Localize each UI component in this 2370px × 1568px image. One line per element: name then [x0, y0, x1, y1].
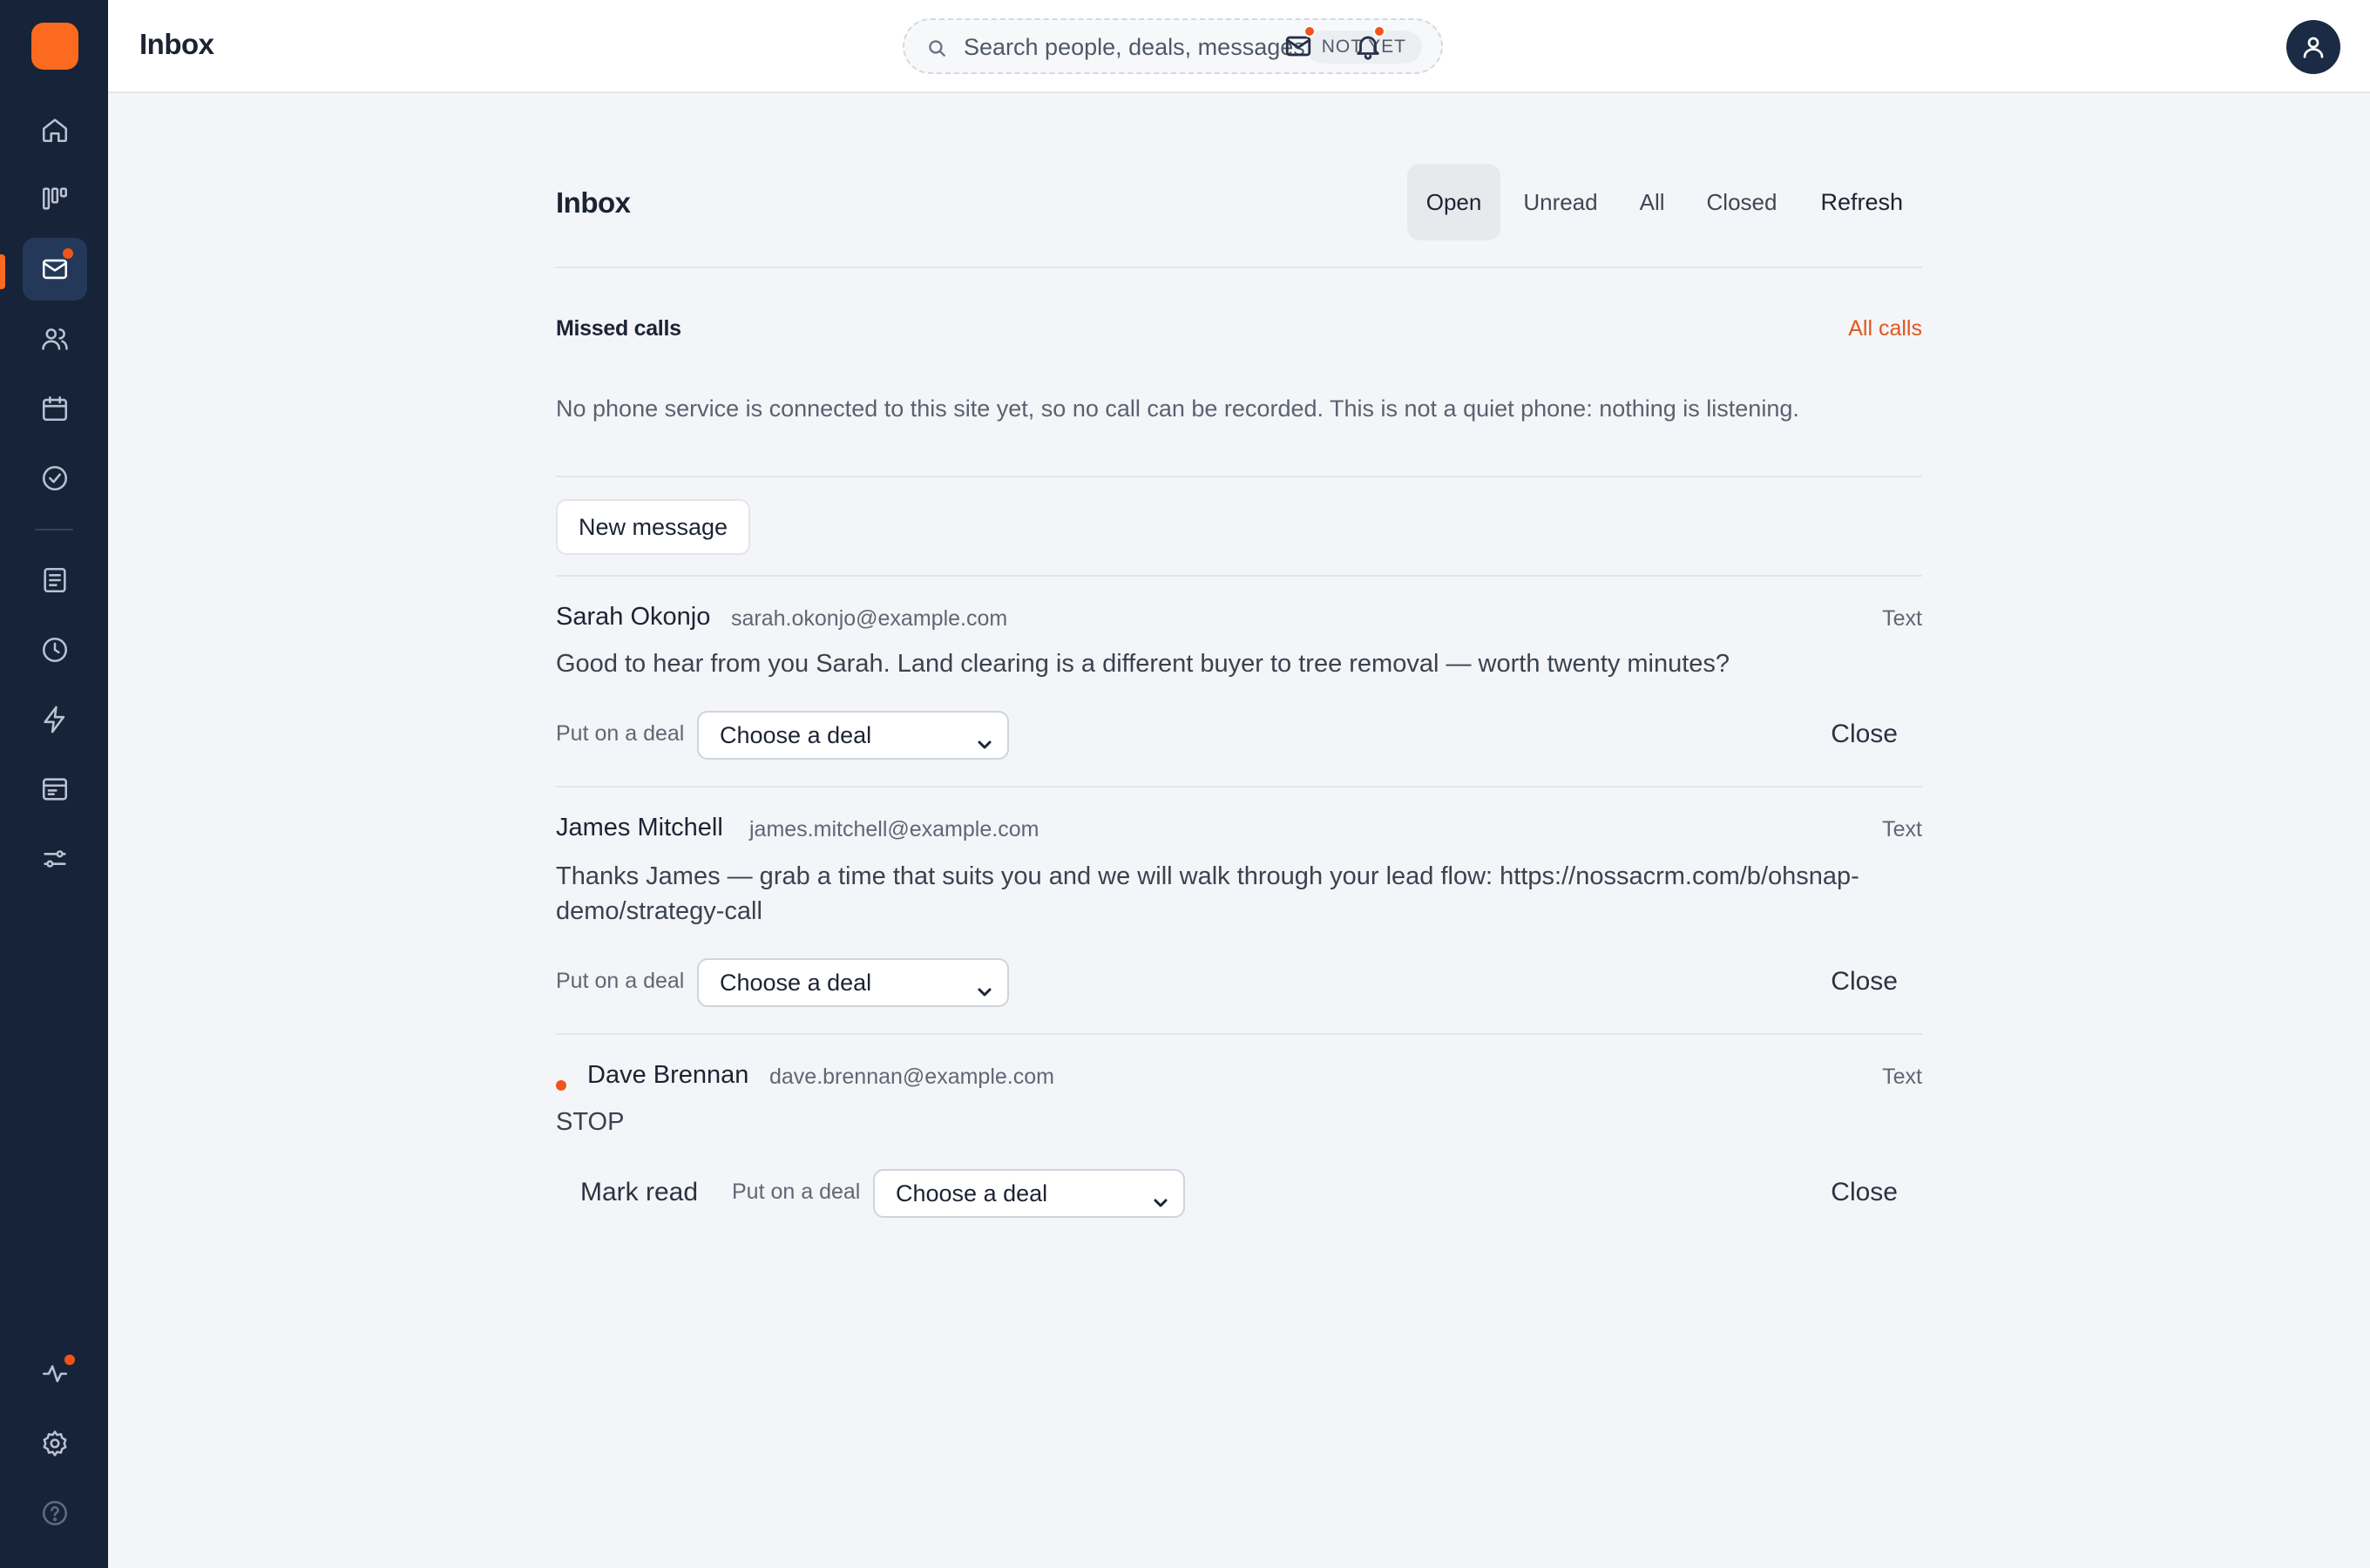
message-type: Text — [1882, 817, 1922, 841]
sender-name: James Mitchell — [556, 814, 723, 841]
close-button[interactable]: Close — [1831, 720, 1898, 749]
sender-name: Dave Brennan — [587, 1061, 749, 1089]
close-button[interactable]: Close — [1831, 967, 1898, 997]
tab-closed[interactable]: Closed — [1688, 164, 1797, 240]
unread-dot — [63, 248, 73, 259]
message-type: Text — [1882, 1064, 1922, 1089]
message-body: Good to hear from you Sarah. Land cleari… — [556, 650, 1730, 678]
page-title: Inbox — [139, 28, 214, 60]
lightning-icon — [44, 706, 65, 733]
pipeline-icon — [42, 187, 68, 210]
sender-email: dave.brennan@example.com — [769, 1064, 1054, 1089]
inbox-tabs: Open Unread All Closed Refresh — [1404, 164, 1922, 240]
messages-dot — [1304, 25, 1316, 37]
sender-email: sarah.okonjo@example.com — [731, 606, 1008, 631]
clock-icon — [42, 637, 68, 663]
nav-pipeline[interactable] — [23, 167, 87, 230]
sidebar-divider — [35, 529, 73, 531]
new-message-button[interactable]: New message — [556, 499, 751, 555]
home-icon — [42, 118, 68, 143]
avatar[interactable] — [2286, 20, 2340, 74]
missed-calls-notice: No phone service is connected to this si… — [556, 395, 1799, 422]
chevron-down-icon — [974, 972, 995, 997]
nav-home[interactable] — [23, 98, 87, 161]
gear-icon — [43, 1430, 67, 1456]
missed-calls-title: Missed calls — [556, 316, 681, 341]
chevron-down-icon — [974, 725, 995, 749]
deal-select-value: Choose a deal — [896, 1180, 1048, 1206]
message-type: Text — [1882, 606, 1922, 631]
put-on-deal-label: Put on a deal — [556, 721, 685, 746]
notifications-button[interactable] — [1347, 25, 1389, 67]
notifications-dot — [1373, 25, 1385, 37]
tab-unread[interactable]: Unread — [1504, 164, 1616, 240]
people-icon — [42, 328, 68, 350]
sender-email: james.mitchell@example.com — [749, 817, 1039, 841]
nav-tasks[interactable] — [23, 447, 87, 510]
inbox-panel: Inbox Open Unread All Closed Refresh — [556, 164, 1922, 268]
inbox-title: Inbox — [556, 186, 631, 219]
put-on-deal-label: Put on a deal — [556, 969, 685, 993]
tab-all[interactable]: All — [1621, 164, 1684, 240]
active-indicator — [0, 254, 5, 289]
activity-dot — [64, 1355, 75, 1365]
deal-select-value: Choose a deal — [720, 722, 872, 748]
deal-select[interactable]: Choose a deal — [697, 958, 1009, 1007]
tab-open[interactable]: Open — [1406, 164, 1501, 240]
user-icon — [2303, 37, 2324, 58]
sender-name: Sarah Okonjo — [556, 603, 711, 631]
nav-help[interactable] — [23, 1482, 87, 1544]
search-placeholder: Search people, deals, messages — [964, 34, 1305, 60]
deal-select[interactable]: Choose a deal — [873, 1169, 1185, 1218]
mark-read-button[interactable]: Mark read — [580, 1178, 698, 1207]
nav-billing[interactable] — [23, 758, 87, 821]
nav-inbox[interactable] — [23, 238, 87, 301]
deal-select[interactable]: Choose a deal — [697, 711, 1009, 760]
nav-documents[interactable] — [23, 549, 87, 612]
messages-button[interactable] — [1277, 25, 1319, 67]
missed-calls-section: Missed calls All calls No phone service … — [556, 268, 1922, 477]
message-row[interactable]: Dave Brennan dave.brennan@example.com Te… — [556, 1033, 1922, 1242]
deal-select-value: Choose a deal — [720, 970, 872, 996]
all-calls-link[interactable]: All calls — [1848, 316, 1922, 341]
billing-icon — [42, 778, 68, 801]
search-icon — [925, 37, 948, 59]
message-row[interactable]: Sarah Okonjo sarah.okonjo@example.com Te… — [556, 575, 1922, 786]
nav-people[interactable] — [23, 308, 87, 370]
calendar-icon — [42, 395, 68, 422]
close-button[interactable]: Close — [1831, 1178, 1898, 1207]
chevron-down-icon — [1150, 1183, 1171, 1207]
app-logo[interactable] — [31, 23, 78, 70]
nav-automations[interactable] — [23, 688, 87, 751]
message-body: STOP — [556, 1108, 625, 1136]
nav-activity[interactable] — [23, 1342, 87, 1405]
top-bar: Inbox Search people, deals, messages NOT… — [108, 0, 2370, 93]
nav-history[interactable] — [23, 618, 87, 681]
inbox-header: Inbox Open Unread All Closed Refresh — [556, 164, 1922, 268]
message-row[interactable]: James Mitchell james.mitchell@example.co… — [556, 786, 1922, 1033]
nav-settings[interactable] — [23, 1412, 87, 1475]
refresh-button[interactable]: Refresh — [1801, 164, 1922, 240]
message-body: Thanks James — grab a time that suits yo… — [556, 862, 1859, 925]
put-on-deal-label: Put on a deal — [732, 1179, 861, 1204]
nav-calendar[interactable] — [23, 377, 87, 440]
check-circle-icon — [42, 465, 68, 491]
unread-dot — [556, 1080, 566, 1091]
help-icon — [42, 1500, 68, 1526]
sliders-icon — [44, 850, 66, 868]
mail-icon — [42, 259, 68, 280]
document-icon — [44, 567, 66, 593]
nav-filters[interactable] — [23, 828, 87, 890]
sidebar — [0, 0, 108, 1568]
